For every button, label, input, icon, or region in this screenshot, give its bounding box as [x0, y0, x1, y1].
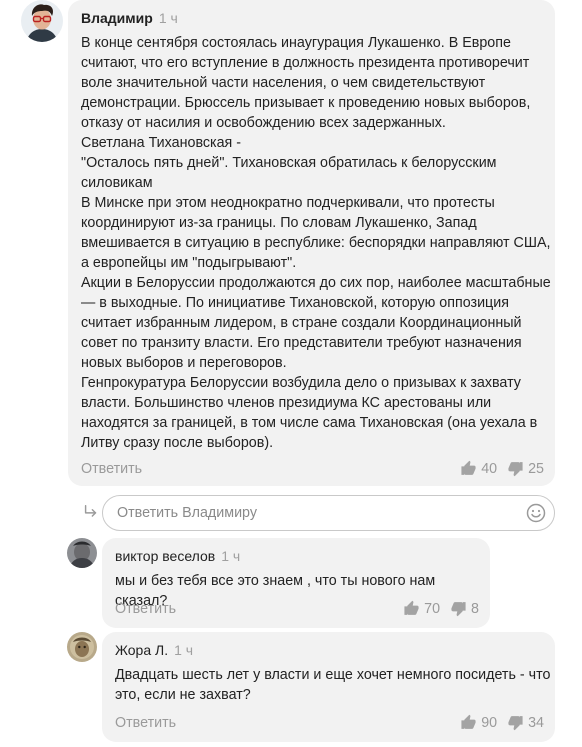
comment-text: В конце сентября состоялась инаугурация …: [81, 33, 551, 453]
author-name[interactable]: виктор веселов: [115, 548, 215, 564]
comment-time: 1 ч: [221, 548, 241, 564]
dislike-count: 25: [528, 460, 544, 477]
reply-arrow-icon: [84, 504, 97, 517]
text-line: это, если не захват?: [115, 687, 251, 703]
comment-header: виктор веселов 1 ч: [115, 548, 240, 564]
thumbs-down-icon: [508, 716, 523, 731]
text-line: вмешивается в ситуацию в республике: бес…: [81, 235, 551, 251]
text-line: власти. Большинство членов президиума КС…: [81, 395, 492, 411]
text-line: Акции в Белоруссии продолжаются до сих п…: [81, 275, 551, 291]
author-name[interactable]: Жора Л.: [115, 642, 168, 658]
text-line: Генпрокуратура Белоруссии возбудила дело…: [81, 375, 521, 391]
text-line: воле значительной части населения, о чем…: [81, 75, 486, 91]
text-line: Светлана Тихановская -: [81, 135, 242, 151]
text-line: совет по транзиту власти. Его представит…: [81, 335, 522, 351]
thumbs-down-icon: [451, 602, 466, 617]
text-line: а европейцы им "подыгрывают".: [81, 255, 297, 271]
like-button[interactable]: 70: [403, 600, 440, 617]
dislike-button[interactable]: 34: [507, 714, 544, 731]
vote-group: 90 34: [460, 714, 544, 731]
thumbs-up-icon: [461, 714, 476, 729]
text-line: В Минске при этом неоднократно подчеркив…: [81, 195, 495, 211]
comment-time: 1 ч: [174, 642, 194, 658]
text-line: Двадцать шесть лет у власти и еще хочет …: [115, 667, 551, 683]
text-line: новых выборов и переговоров.: [81, 355, 287, 371]
vote-group: 40 25: [460, 460, 544, 477]
text-line: координируют из-за границы. По словам Лу…: [81, 215, 477, 231]
thumbs-down-icon: [508, 462, 523, 477]
vote-group: 70 8: [403, 600, 479, 617]
thumbs-up-icon: [404, 600, 419, 615]
smiley-icon[interactable]: [526, 503, 546, 523]
dislike-button[interactable]: 8: [450, 600, 479, 617]
comment-header: Владимир 1 ч: [81, 10, 178, 26]
text-line: отказу от насилия и освобождению всех за…: [81, 115, 446, 131]
like-count: 70: [424, 600, 441, 617]
text-line: В конце сентября состоялась инаугурация …: [81, 35, 511, 51]
reply-input-box: [102, 495, 555, 531]
text-line: считает избранным лидером, в стране созд…: [81, 315, 522, 331]
like-button[interactable]: 90: [460, 714, 497, 731]
like-button[interactable]: 40: [460, 460, 497, 477]
dislike-button[interactable]: 25: [507, 460, 544, 477]
reply-button[interactable]: Ответить: [81, 461, 142, 477]
text-line: — в выходные. По инициативе Тихановской,…: [81, 295, 509, 311]
comment-bubble: Жора Л. 1 ч Двадцать шесть лет у власти и…: [102, 632, 555, 742]
like-count: 40: [481, 460, 498, 477]
text-line: Литву сразу после выборов).: [81, 435, 274, 451]
text-line: находятся за границей, в том числе сама …: [81, 415, 538, 431]
like-count: 90: [481, 714, 498, 731]
reply-input[interactable]: [117, 496, 517, 530]
text-line: силовикам: [81, 175, 153, 191]
thumbs-up-icon: [461, 460, 476, 475]
avatar[interactable]: [67, 632, 97, 662]
comment-time: 1 ч: [158, 10, 178, 26]
avatar[interactable]: [67, 538, 97, 568]
comment-bubble: виктор веселов 1 ч мы и без тебя все это …: [102, 538, 490, 628]
author-name[interactable]: Владимир: [81, 10, 153, 26]
reply-button[interactable]: Ответить: [115, 715, 176, 731]
text-line: демонстрации. Брюссель призывает к прове…: [81, 95, 531, 111]
dislike-count: 34: [528, 714, 544, 731]
text-line: "Осталось пять дней". Тихановская обрати…: [81, 155, 497, 171]
dislike-count: 8: [471, 600, 479, 617]
avatar[interactable]: [21, 0, 63, 42]
text-line: считают, что его вступление в должность …: [81, 55, 530, 71]
reply-button[interactable]: Ответить: [115, 601, 176, 617]
comment-bubble: Владимир 1 ч В конце сентября состоялась …: [68, 0, 555, 486]
comment-text: Двадцать шесть лет у власти и еще хочет …: [115, 665, 550, 705]
comment-header: Жора Л. 1 ч: [115, 642, 193, 658]
